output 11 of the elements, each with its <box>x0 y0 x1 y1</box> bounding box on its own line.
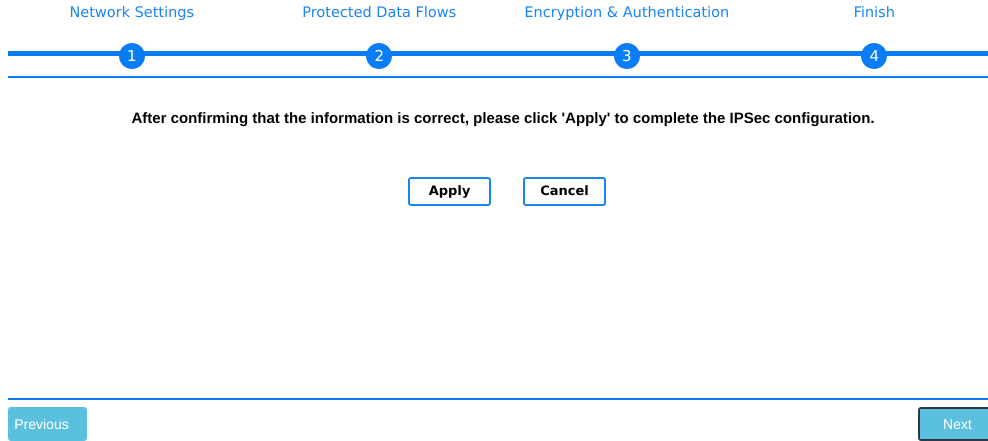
cancel-button[interactable]: Cancel <box>523 177 606 206</box>
step-label: Protected Data Flows <box>302 5 456 21</box>
step-number: 4 <box>861 43 888 69</box>
instruction-text: After confirming that the information is correct, please click 'Apply' to complete the IPSec configuration. <box>130 110 876 127</box>
step-number: 2 <box>366 43 392 69</box>
apply-button[interactable]: Apply <box>408 177 491 206</box>
step-label: Encryption & Authentication <box>524 5 730 21</box>
step-label: Network Settings <box>69 5 194 21</box>
step-number: 1 <box>118 43 145 69</box>
step-number: 3 <box>614 43 640 69</box>
step-label: Finish <box>854 5 895 21</box>
